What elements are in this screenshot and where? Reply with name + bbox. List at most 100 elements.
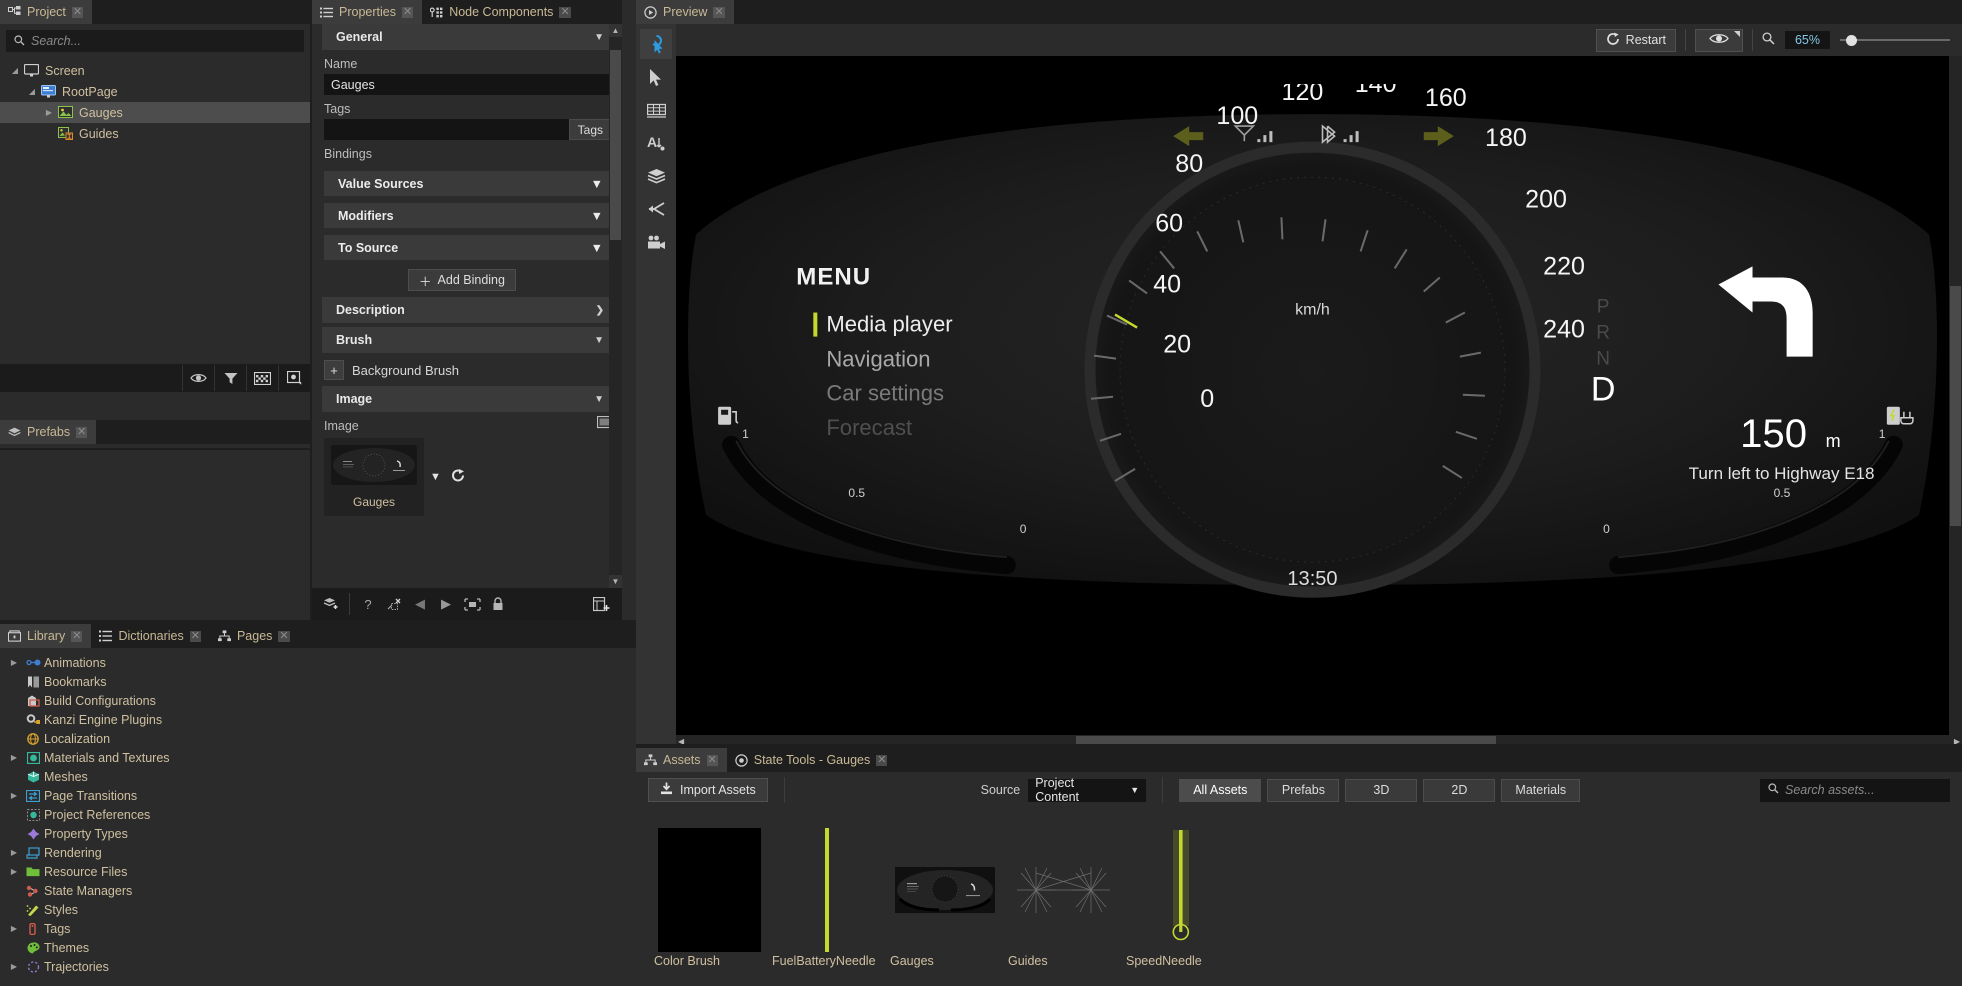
restart-button[interactable]: Restart [1596,29,1676,52]
chevron-down-icon[interactable]: ▼ [594,394,604,405]
name-input[interactable]: Gauges [324,74,612,95]
binding-modifiers[interactable]: Modifiers ▼ [324,203,612,228]
layers-icon[interactable] [640,161,672,191]
library-item-page-transitions[interactable]: ▶ Page Transitions [0,786,636,805]
filter-icon[interactable] [214,365,246,391]
close-icon[interactable]: ✕ [707,755,718,766]
chevron-down-icon[interactable]: ◢ [25,85,39,99]
chevron-down-icon[interactable]: ◢ [8,64,22,78]
filter-materials[interactable]: Materials [1501,779,1580,802]
add-binding-button[interactable]: ＋ Add Binding [408,269,516,291]
select-icon[interactable] [459,589,485,619]
library-item-styles[interactable]: Styles [0,900,636,919]
close-icon[interactable]: ✕ [559,7,570,18]
slider-knob[interactable] [1846,35,1857,46]
scrollbar-thumb[interactable] [1950,286,1961,526]
section-description[interactable]: Description ❯ [322,297,614,323]
library-item-localization[interactable]: Localization [0,729,636,748]
tab-state-tools[interactable]: State Tools - Gauges ✕ [727,748,897,772]
chevron-down-icon[interactable]: ▼ [591,241,603,255]
close-icon[interactable]: ✕ [72,7,83,18]
panel-divider-vertical[interactable] [310,0,312,624]
chevron-down-icon[interactable]: ▼ [594,335,604,346]
section-image[interactable]: Image ▼ [322,386,614,412]
layout-icon[interactable] [278,365,310,391]
chevron-right-icon[interactable]: ▶ [6,922,22,936]
library-item-rendering[interactable]: ▶ Rendering [0,843,636,862]
prev-icon[interactable]: ◀ [407,589,433,619]
library-item-tags[interactable]: ▶ Tags [0,919,636,938]
tab-assets[interactable]: Assets ✕ [636,748,727,772]
tree-item-rootpage[interactable]: ◢ RootPage [0,81,310,102]
next-icon[interactable]: ▶ [433,589,459,619]
library-item-kanzi-engine-plugins[interactable]: Kanzi Engine Plugins [0,710,636,729]
filter-3d[interactable]: 3D [1345,779,1417,802]
chevron-right-icon[interactable]: ▶ [6,960,22,974]
background-brush-row[interactable]: + Background Brush [324,358,612,382]
library-item-property-types[interactable]: Property Types [0,824,636,843]
filter-prefabs[interactable]: Prefabs [1267,779,1339,802]
chevron-right-icon[interactable]: ▶ [42,106,56,120]
tab-library[interactable]: Library ✕ [0,624,91,648]
filter-all-assets[interactable]: All Assets [1179,779,1261,802]
close-icon[interactable]: ✕ [402,7,413,18]
library-item-themes[interactable]: Themes [0,938,636,957]
chevron-right-icon[interactable]: ❯ [596,305,604,316]
lock-icon[interactable] [485,589,511,619]
grid-layout-icon[interactable] [640,95,672,125]
binding-value-sources[interactable]: Value Sources ▼ [324,171,612,196]
panel-divider-horizontal[interactable] [636,744,1962,748]
library-item-bookmarks[interactable]: Bookmarks [0,672,636,691]
chevron-down-icon[interactable]: ▼ [591,177,603,191]
tab-prefabs[interactable]: Prefabs ✕ [0,420,96,444]
tab-project[interactable]: Project ✕ [0,0,92,24]
grid-icon[interactable] [246,365,278,391]
library-item-materials-and-textures[interactable]: ▶ Materials and Textures [0,748,636,767]
tags-input[interactable] [324,119,569,140]
tree-item-guides[interactable]: Guides [0,123,310,144]
reset-icon[interactable] [381,589,407,619]
close-icon[interactable]: ✕ [713,7,724,18]
pointer-touch-icon[interactable] [640,29,672,59]
library-item-animations[interactable]: ▶ Animations [0,653,636,672]
dropdown-caret-icon[interactable] [1734,31,1740,37]
transition-icon[interactable] [640,194,672,224]
chevron-down-icon[interactable]: ▼ [591,209,603,223]
chevron-right-icon[interactable]: ▶ [6,846,22,860]
image-asset-card[interactable]: Gauges [324,438,424,516]
asset-item-fuelbatteryneedle[interactable]: FuelBatteryNeedle [768,812,886,986]
close-icon[interactable]: ✕ [76,427,87,438]
chevron-right-icon[interactable]: ▶ [6,656,22,670]
library-item-state-managers[interactable]: State Managers [0,881,636,900]
library-item-build-configurations[interactable]: Build Configurations [0,691,636,710]
zoom-slider[interactable] [1840,32,1950,48]
library-item-trajectories[interactable]: ▶ Trajectories [0,957,636,976]
asset-item-color-brush[interactable]: Color Brush [650,812,768,986]
import-assets-button[interactable]: Import Assets [648,778,768,802]
camera-icon[interactable] [640,227,672,257]
tree-item-screen[interactable]: ◢ Screen [0,60,310,81]
chevron-right-icon[interactable]: ▶ [6,751,22,765]
tags-button[interactable]: Tags [569,119,612,140]
library-item-project-references[interactable]: Project References [0,805,636,824]
tab-pages[interactable]: Pages ✕ [210,624,299,648]
add-background-brush-button[interactable]: + [324,360,344,380]
close-icon[interactable]: ✕ [278,631,289,642]
section-brush[interactable]: Brush ▼ [322,327,614,353]
scroll-down-icon[interactable]: ▼ [609,575,622,588]
tab-properties[interactable]: Properties ✕ [312,0,422,24]
asset-item-gauges[interactable]: Gauges [886,812,1004,986]
zoom-value[interactable]: 65% [1785,31,1830,49]
assets-search-input[interactable]: Search assets... [1760,779,1950,802]
chevron-down-icon[interactable]: ▼ [430,471,441,483]
tab-preview[interactable]: Preview ✕ [636,0,734,24]
preview-canvas[interactable]: MENU Media player Navigation Car setting… [676,56,1962,748]
close-icon[interactable]: ✕ [876,755,887,766]
scrollbar-thumb[interactable] [610,50,621,240]
chevron-right-icon[interactable]: ▶ [6,789,22,803]
binding-to-source[interactable]: To Source ▼ [324,235,612,260]
tree-item-gauges[interactable]: ▶ Gauges [0,102,310,123]
close-icon[interactable]: ✕ [190,631,201,642]
text-icon[interactable]: A [640,128,672,158]
panel-divider-horizontal[interactable] [0,620,636,624]
